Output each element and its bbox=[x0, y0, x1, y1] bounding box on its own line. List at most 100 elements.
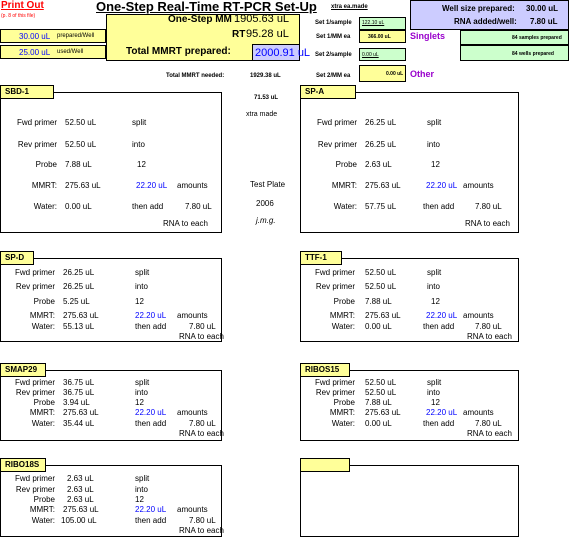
total-mmrt-cell: 2000.91 uL bbox=[252, 44, 310, 61]
fwd-value: 52.50 uL bbox=[65, 118, 97, 127]
split-label: split bbox=[427, 118, 442, 127]
onestep-mm-label: One-Step MM bbox=[168, 14, 232, 25]
panel-ttf-1: TTF-1 Fwd primer 52.50 uL split Rev primer… bbox=[300, 251, 519, 342]
water-value: 0.00 uL bbox=[65, 202, 92, 211]
total-mmrt-label: Total MMRT prepared: bbox=[126, 46, 231, 57]
set1-sample-value: 122.10 uL bbox=[362, 20, 385, 26]
test-plate: Test Plate bbox=[250, 180, 286, 189]
mmrt-label: MMRT: bbox=[31, 181, 57, 190]
amounts-label: amounts bbox=[177, 181, 208, 190]
amounts-label: amounts bbox=[177, 505, 208, 514]
into-label: into bbox=[132, 140, 145, 149]
well-size-label: Well size prepared: bbox=[442, 4, 515, 13]
amounts-label: amounts bbox=[463, 181, 494, 190]
amount-value: 22.20 uL bbox=[135, 311, 167, 320]
rna-to-each: RNA to each bbox=[467, 332, 512, 341]
prepared-well-field[interactable]: 30.00 uL prepared/Well bbox=[0, 29, 106, 43]
fwd-value: 2.63 uL bbox=[67, 474, 94, 483]
well-size-box: Well size prepared: 30.00 uL RNA added/w… bbox=[410, 0, 569, 30]
twelve-label: 12 bbox=[431, 297, 440, 306]
amounts-label: amounts bbox=[177, 408, 208, 417]
panel-empty bbox=[300, 458, 519, 537]
panel-title: SMAP29 bbox=[0, 363, 46, 377]
samples-prepared-cell: 84 samples prepared bbox=[460, 30, 569, 45]
amount-value: 22.20 uL bbox=[135, 408, 167, 417]
used-well-field[interactable]: 25.00 uL used/Well bbox=[0, 45, 106, 59]
probe-value: 2.63 uL bbox=[365, 160, 392, 169]
set1-mm-cell: 366.00 uL bbox=[359, 30, 406, 43]
into-label: into bbox=[427, 282, 440, 291]
panel-title: SP-A bbox=[300, 85, 356, 99]
into-label: into bbox=[427, 140, 440, 149]
rev-label: Rev primer bbox=[17, 140, 57, 149]
probe-value: 5.25 uL bbox=[63, 297, 90, 306]
amount-value: 22.20 uL bbox=[426, 408, 458, 417]
rev-value: 52.50 uL bbox=[65, 140, 97, 149]
fwd-label: Fwd primer bbox=[14, 268, 55, 277]
panel-title: RIBOS15 bbox=[300, 363, 350, 377]
extra-label: xtra made bbox=[246, 111, 278, 118]
set2-sample-field[interactable]: 0.00 uL bbox=[359, 48, 406, 61]
panel-sbd-1: SBD-1 Fwd primer 52.50 uL split Rev primer… bbox=[0, 85, 222, 233]
panel-sp-a: SP-A Fwd primer 26.25 uL split Rev primer 2… bbox=[300, 85, 519, 233]
fwd-label: Fwd primer bbox=[314, 268, 355, 277]
probe-label: Probe bbox=[335, 160, 357, 169]
mmrt-value: 275.63 uL bbox=[365, 311, 401, 320]
rna-value: 7.80 uL bbox=[185, 202, 212, 211]
mmrt-label: MMRT: bbox=[29, 505, 55, 514]
wells-prepared-cell: 84 wells prepared bbox=[460, 45, 569, 61]
page-note: (p. 8 of this file) bbox=[1, 13, 36, 19]
set1-mm-value: 366.00 uL bbox=[368, 34, 391, 40]
set2-mm-value: 0.00 uL bbox=[386, 71, 404, 77]
panel-title: TTF-1 bbox=[300, 251, 342, 265]
rev-value: 26.25 uL bbox=[365, 140, 397, 149]
mmrt-value: 275.63 uL bbox=[63, 311, 99, 320]
panel-ribo18s: RIBO18S Fwd primer 2.63 uL split Rev prime… bbox=[0, 458, 224, 537]
mmrt-value: 275.63 uL bbox=[65, 181, 101, 190]
fwd-label: Fwd primer bbox=[316, 118, 357, 127]
used-well-label: used/Well bbox=[57, 49, 84, 55]
probe-label: Probe bbox=[35, 160, 57, 169]
rna-to-each: RNA to each bbox=[465, 219, 510, 228]
rev-label: Rev primer bbox=[317, 140, 357, 149]
xtra-made-note: xtra ea.made bbox=[331, 4, 368, 10]
mmrt-label: MMRT: bbox=[329, 311, 355, 320]
rna-added-value: 7.80 uL bbox=[530, 17, 558, 26]
split-label: split bbox=[135, 474, 150, 483]
set2-mm-label: Set 2/MM ea bbox=[316, 73, 351, 79]
twelve-label: 12 bbox=[137, 160, 146, 169]
amounts-label: amounts bbox=[177, 311, 208, 320]
print-out-link[interactable]: Print Out bbox=[1, 0, 44, 11]
onestep-mm-value: 1905.63 uL bbox=[234, 13, 290, 25]
panel-title: SBD-1 bbox=[0, 85, 54, 99]
set2-sample-value: 0.00 uL bbox=[362, 52, 379, 58]
split-label: split bbox=[135, 268, 150, 277]
other-label: Other bbox=[410, 69, 435, 79]
set1-mm-label: Set 1/MM ea bbox=[316, 34, 351, 40]
panel-smap29: SMAP29 Fwd primer 36.75 uL split Rev prime… bbox=[0, 363, 224, 441]
mmrt-value: 275.63 uL bbox=[365, 181, 401, 190]
rna-to-each: RNA to each bbox=[179, 332, 224, 341]
fwd-label: Fwd primer bbox=[16, 118, 57, 127]
rev-value: 52.50 uL bbox=[365, 282, 397, 291]
mmrt-label: MMRT: bbox=[329, 408, 355, 417]
amount-value: 22.20 uL bbox=[135, 505, 167, 514]
amounts-label: amounts bbox=[463, 408, 494, 417]
mmrt-value: 275.63 uL bbox=[63, 408, 99, 417]
total-needed-label: Total MMRT needed: bbox=[166, 73, 225, 79]
twelve-label: 12 bbox=[431, 160, 440, 169]
prepared-well-value: 30.00 uL bbox=[19, 32, 51, 41]
year-label: 2006 bbox=[256, 199, 274, 208]
well-size-value: 30.00 uL bbox=[526, 4, 559, 13]
total-needed-value: 1929.38 uL bbox=[250, 73, 281, 79]
set2-mm-cell: 0.00 uL bbox=[359, 65, 406, 82]
probe-value: 7.88 uL bbox=[365, 297, 392, 306]
water-value: 57.75 uL bbox=[365, 202, 397, 211]
twelve-label: 12 bbox=[135, 297, 144, 306]
panel-title: SP-D bbox=[0, 251, 34, 265]
panel-title: RIBO18S bbox=[0, 458, 46, 472]
used-well-value: 25.00 uL bbox=[19, 48, 51, 57]
set1-sample-field[interactable]: 122.10 uL bbox=[359, 17, 406, 30]
rna-added-label: RNA added/well: bbox=[454, 17, 517, 26]
rev-label: Rev primer bbox=[15, 282, 55, 291]
